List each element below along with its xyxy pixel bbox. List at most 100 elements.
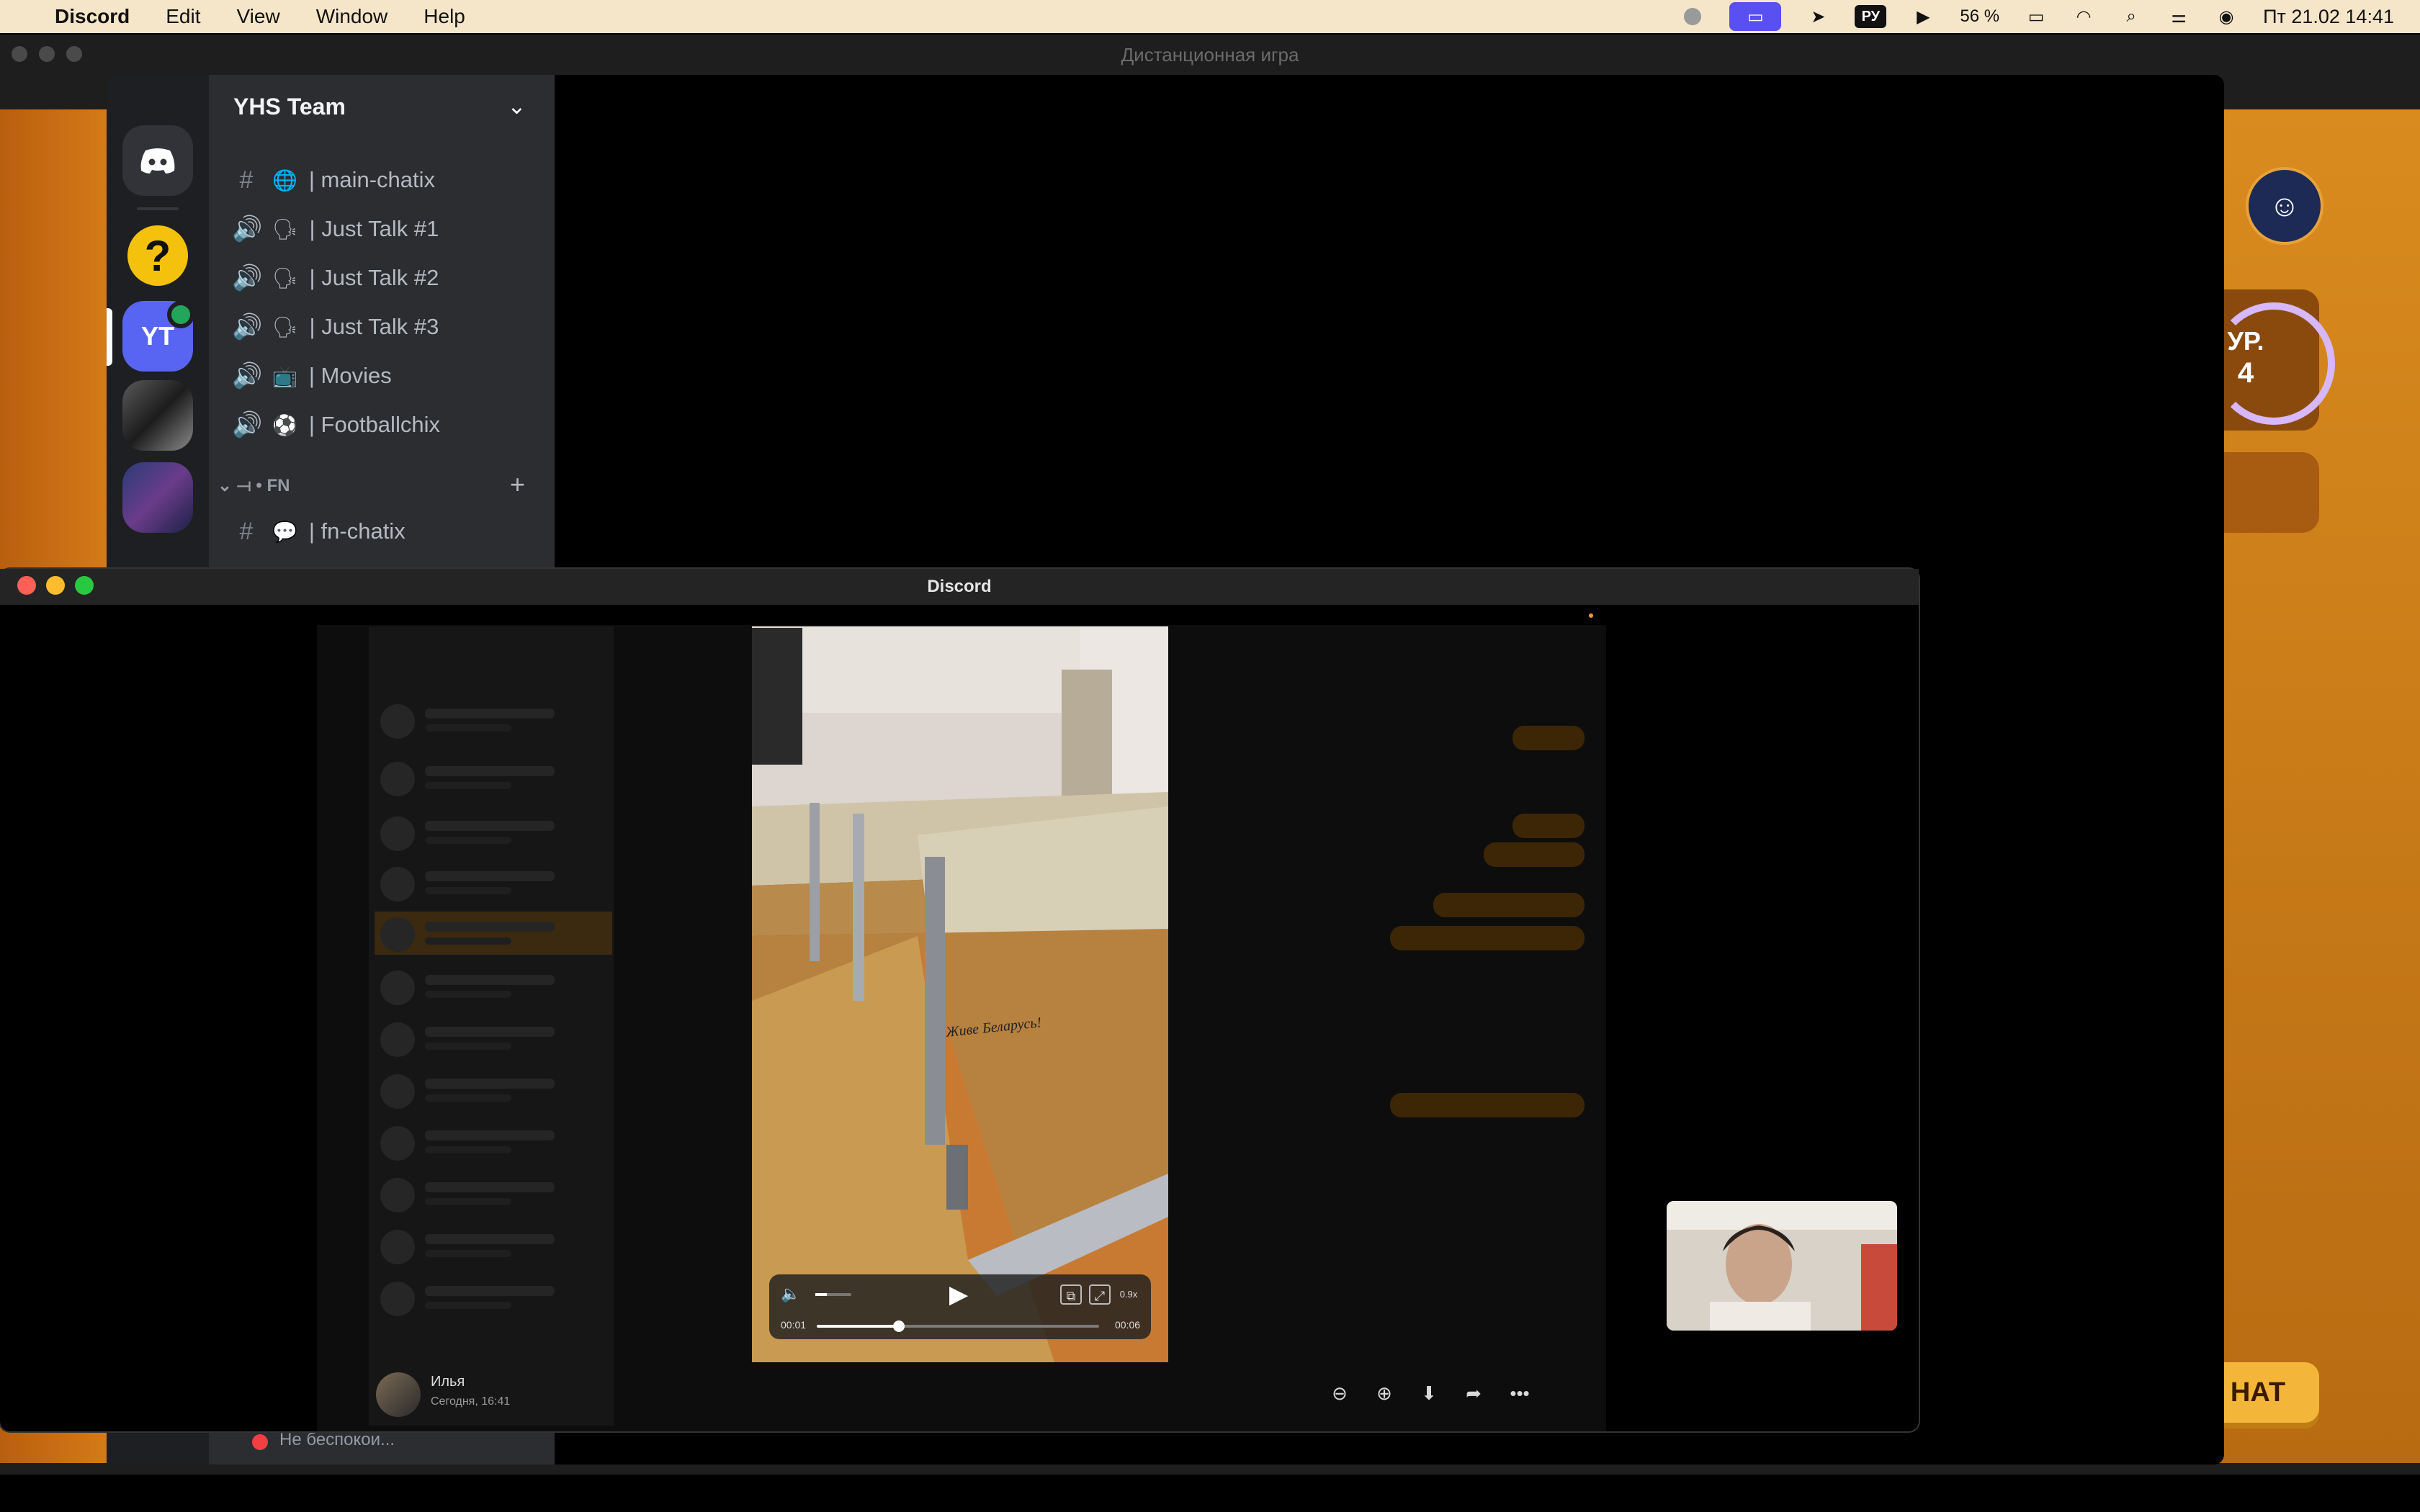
list-item [375,912,612,955]
channel-label: | main-chatix [308,167,436,192]
zoom-out-icon[interactable]: ⊖ [1325,1382,1354,1405]
pip-icon[interactable]: ⧉ [1060,1284,1082,1305]
dimmed-message-bubble [1390,1093,1585,1117]
battery-icon[interactable]: ▭ [2025,6,2047,27]
menu-item-view[interactable]: View [237,5,280,28]
channel-main-chatix[interactable]: # 🌐 | main-chatix [232,160,436,200]
video-player[interactable]: Живе Беларусь! [752,626,1168,1362]
channel-label: | Footballchix [308,412,440,437]
channel-label: | fn-chatix [308,518,405,544]
globe-icon: 🌐 [272,168,297,192]
chevron-down-icon[interactable]: ⌄ [507,92,526,120]
speaking-head-icon: 🗣 [272,217,298,240]
dimmed-message-bubble [1512,726,1585,750]
level-label: УР. [2227,326,2264,356]
list-item [375,1017,612,1060]
dnd-status-icon [252,1434,268,1450]
screen-share-icon[interactable]: ▭ [1729,2,1782,31]
speaking-head-icon: 🗣 [272,315,298,338]
list-item [375,1120,612,1164]
menu-item-edit[interactable]: Edit [166,5,200,28]
list-item [375,965,612,1008]
menu-item-window[interactable]: Window [316,5,388,28]
hashtag-icon: # [239,517,254,545]
server-image-icon-2[interactable] [122,462,193,533]
channel-just-talk-2[interactable]: 🔊 🗣 | Just Talk #2 [232,258,439,298]
rail-separator [137,207,179,210]
channel-movies[interactable]: 🔊 📺 | Movies [232,356,392,396]
hashtag-icon: # [239,166,254,194]
notification-dot [1589,613,1593,618]
list-item [375,1224,612,1267]
video-frame-illustration: Живе Беларусь! [752,626,1168,1362]
camera-feed-illustration [1667,1201,1897,1331]
category-fn[interactable]: ⌄ ⟞ • FN [218,475,290,496]
user-status-text[interactable]: Не беспокои... [279,1430,395,1450]
maximize-window-icon[interactable] [75,576,94,595]
telegram-icon[interactable]: ➤ [1807,6,1829,27]
menu-app-name[interactable]: Discord [55,5,130,28]
speaker-icon: 🔊 [232,215,263,243]
speaker-icon: 🔊 [232,411,263,438]
siri-icon[interactable]: ◉ [2215,6,2237,27]
add-channel-icon[interactable]: + [510,469,525,500]
channel-fn-chatix[interactable]: # 💬 | fn-chatix [232,511,405,552]
list-item [375,698,612,742]
camera-pip-preview[interactable] [1667,1201,1897,1331]
player-avatar[interactable]: ☺ [2246,167,2323,245]
seek-progress [817,1325,899,1328]
battery-percent[interactable]: 56 % [1960,6,1999,27]
seek-handle[interactable] [892,1320,905,1332]
channel-label: | Movies [308,363,392,388]
spotlight-search-icon[interactable]: ⌕ [2120,6,2142,27]
list-item [375,1172,612,1215]
dimmed-message-bubble [1512,814,1585,838]
fullscreen-icon[interactable]: ⤢ [1089,1284,1111,1305]
menu-item-help[interactable]: Help [424,5,465,28]
play-button[interactable]: ▶ [949,1282,971,1308]
list-item [375,811,612,854]
server-notification-badge [167,301,194,328]
server-name[interactable]: YHS Team [233,94,346,120]
channel-label: | Just Talk #3 [309,314,439,339]
game-window-title: Дистанционная игра [1121,44,1299,66]
level-value: 4 [2237,357,2254,389]
list-item [375,1276,612,1319]
volume-level [815,1293,827,1296]
sender-avatar[interactable] [376,1372,421,1417]
minimize-window-icon[interactable] [46,576,65,595]
download-icon[interactable]: ⬇ [1415,1382,1443,1405]
volume-icon[interactable]: 🔈 [781,1284,800,1303]
server-image-icon-1[interactable] [122,380,193,451]
duration: 00:06 [1115,1319,1141,1331]
channel-just-talk-1[interactable]: 🔊 🗣 | Just Talk #1 [232,209,439,249]
sender-name[interactable]: Илья [431,1374,465,1390]
current-time: 00:01 [781,1319,807,1331]
clock[interactable]: Пт 21.02 14:41 [2263,6,2394,28]
menu-bar: Discord Edit View Window Help ▭ ➤ РУ ▶ 5… [0,0,2420,33]
control-center-icon[interactable]: ⚌ [2168,6,2190,27]
sender-timestamp: Сегодня, 16:41 [431,1395,511,1408]
status-dot-icon[interactable] [1682,6,1703,27]
keyboard-layout-indicator[interactable]: РУ [1855,5,1887,28]
media-play-icon[interactable]: ▶ [1912,6,1934,27]
discord-home-icon[interactable] [122,125,193,196]
list-item [375,756,612,799]
speaker-icon: 🔊 [232,313,263,341]
share-icon[interactable]: ➦ [1459,1382,1488,1405]
more-icon[interactable]: ••• [1505,1382,1534,1405]
soccer-ball-icon: ⚽ [272,413,297,436]
playback-speed[interactable]: 0.9x [1118,1284,1139,1305]
close-window-icon[interactable] [17,576,36,595]
wifi-icon[interactable]: ◠ [2073,6,2094,27]
dimmed-message-bubble [1390,926,1585,950]
channel-just-talk-3[interactable]: 🔊 🗣 | Just Talk #3 [232,307,439,347]
speech-bubble-icon: 💬 [272,520,297,543]
dimmed-message-bubble [1484,842,1585,867]
zoom-in-icon[interactable]: ⊕ [1370,1382,1399,1405]
channel-footballchix[interactable]: 🔊 ⚽ | Footballchix [232,405,440,445]
list-item [375,1068,612,1112]
list-item [375,861,612,904]
help-server-icon[interactable]: ? [122,220,193,291]
speaker-icon: 🔊 [232,362,263,390]
